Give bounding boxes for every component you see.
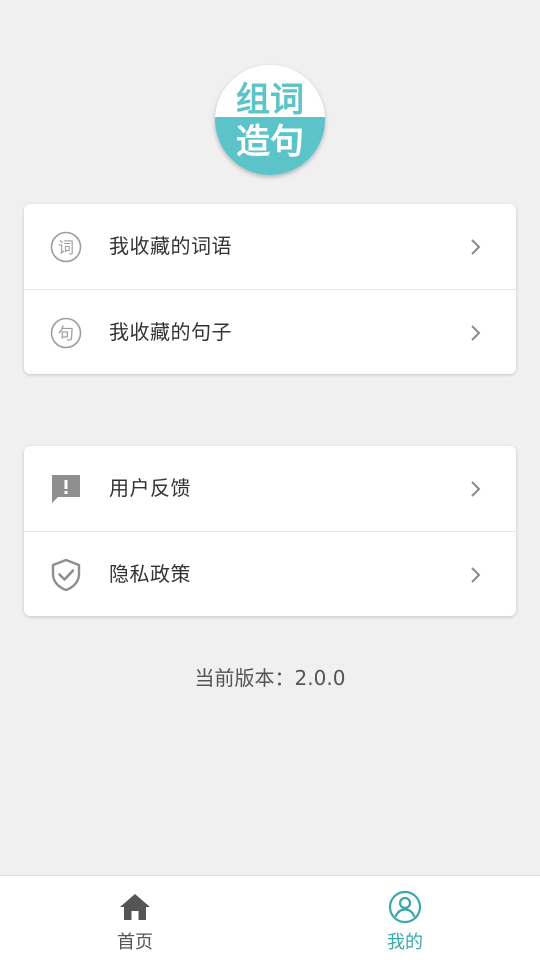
menu-item-privacy-policy[interactable]: 隐私政策 [24,531,516,616]
favorites-card: 词 我收藏的词语 句 我收藏的句子 [24,204,516,374]
menu-item-label: 隐私政策 [109,562,191,586]
logo-line1: 组词 [236,80,304,120]
ju-circle-icon: 句 [49,316,83,350]
chevron-right-icon [470,324,482,342]
tab-label: 我的 [387,932,423,953]
version-text: 当前版本：2.0.0 [194,666,346,690]
profile-page: 组词 造句 词 我收藏的词语 句 我收藏的句子 用户反馈 隐私政策 当前版本：2… [0,0,540,960]
user-circle-icon [388,890,422,924]
tab-home[interactable]: 首页 [0,876,270,960]
menu-item-label: 我收藏的句子 [109,320,232,344]
ju-icon-char: 句 [58,324,74,343]
feedback-icon [49,472,83,506]
settings-card: 用户反馈 隐私政策 [24,446,516,616]
app-logo: 组词 造句 [215,65,325,175]
menu-item-favorite-sentences[interactable]: 句 我收藏的句子 [24,289,516,374]
chevron-right-icon [470,480,482,498]
menu-item-label: 我收藏的词语 [109,234,232,258]
menu-item-label: 用户反馈 [109,476,191,500]
chevron-right-icon [470,238,482,256]
chevron-right-icon [470,566,482,584]
menu-item-favorite-words[interactable]: 词 我收藏的词语 [24,204,516,289]
menu-item-feedback[interactable]: 用户反馈 [24,446,516,531]
shield-check-icon [49,558,83,592]
tab-label: 首页 [117,932,153,953]
home-icon [118,890,152,924]
ci-circle-icon: 词 [49,230,83,264]
logo-line2: 造句 [236,122,304,162]
tab-mine[interactable]: 我的 [270,876,540,960]
ci-icon-char: 词 [58,238,74,257]
bottom-tab-bar: 首页 我的 [0,875,540,960]
